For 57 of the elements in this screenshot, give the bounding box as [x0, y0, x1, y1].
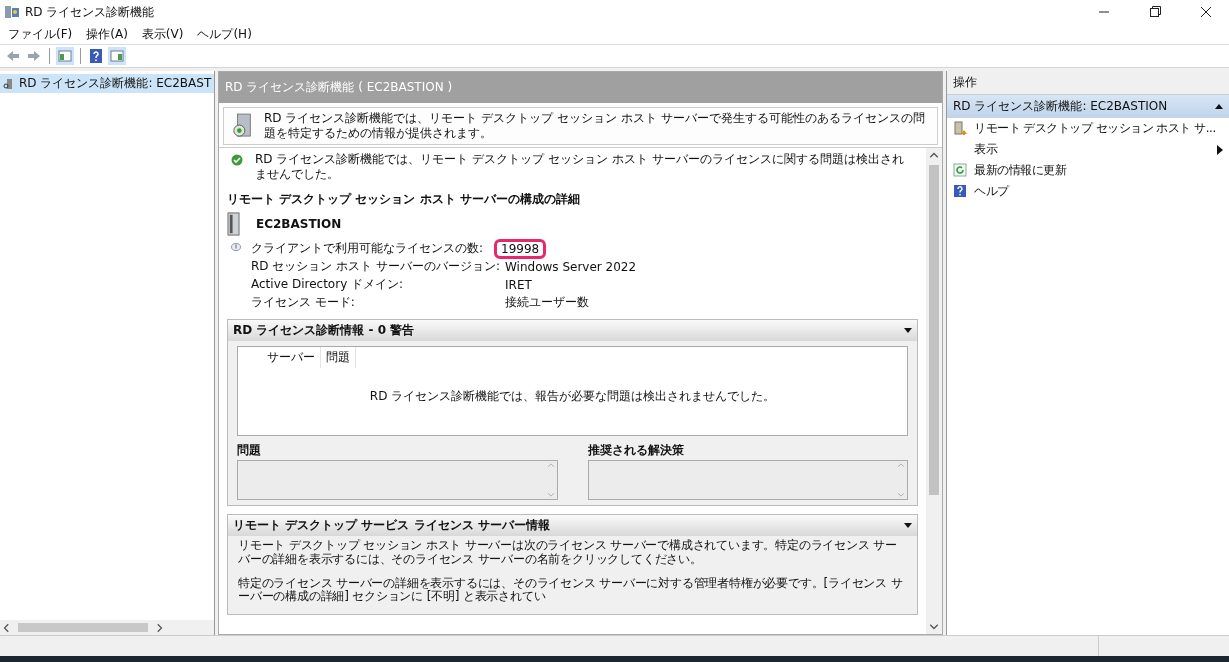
property-label: ライセンス モード: — [251, 294, 356, 311]
actions-header: 操作 — [947, 71, 1229, 95]
menu-item[interactable]: ファイル(F) — [8, 25, 73, 43]
property-value: 接続ユーザー数 — [504, 294, 590, 311]
collapse-caret-icon[interactable] — [904, 328, 912, 333]
property-label: クライアントで利用可能なライセンスの数: — [251, 240, 485, 257]
server-icon — [227, 212, 240, 236]
app-icon — [4, 4, 20, 20]
property-value: Windows Server 2022 — [504, 259, 638, 274]
section-heading: リモート デスクトップ セッション ホスト サーバーの構成の詳細 — [227, 191, 581, 208]
menu-item[interactable]: ヘルプ(H) — [197, 25, 252, 43]
submenu-arrow-icon — [1217, 145, 1223, 155]
check-icon — [231, 154, 243, 166]
property-label: RD セッション ホスト サーバーのバージョン: — [251, 258, 501, 275]
property-value: IRET — [504, 277, 533, 292]
menu-item[interactable]: 表示(V) — [141, 25, 184, 43]
scroll-down-icon[interactable] — [929, 621, 939, 631]
help-icon[interactable] — [87, 47, 105, 65]
info-icon — [231, 242, 241, 252]
column-header[interactable]: サーバー — [262, 347, 321, 368]
property-label: Active Directory ドメイン: — [251, 276, 405, 293]
pane-header: RD ライセンス診断機能 ( EC2BASTION ) — [219, 72, 942, 103]
column-header[interactable]: 問題 — [321, 347, 356, 368]
scroll-left-icon[interactable] — [2, 622, 12, 633]
action-item[interactable]: ヘルプ — [947, 181, 1229, 202]
action-item[interactable]: リモート デスクトップ セッション ホスト サ... — [947, 118, 1229, 139]
vertical-scrollbar[interactable] — [926, 148, 942, 634]
actions-group-header[interactable]: RD ライセンス診断機能: EC2BASTION — [947, 95, 1229, 118]
tree-item[interactable]: RD ライセンス診断機能: EC2BAST — [0, 74, 214, 93]
paragraph: リモート デスクトップ セッション ホスト サーバーは次のライセンス サーバーで構成されています。特定のライセンス サーバーの詳細を表示するには、そのライセンス サーバーの名前をクリックしてください。 — [238, 539, 898, 567]
empty-message: RD ライセンス診断機能では、報告が必要な問題は検出されませんでした。 — [368, 388, 777, 405]
property-value: 19998 — [497, 241, 544, 256]
diagnostic-icon — [232, 113, 254, 139]
window-title: RD ライセンス診断機能 — [25, 3, 155, 21]
scroll-right-icon[interactable] — [154, 622, 164, 633]
field-label: 推奨される解決策 — [587, 442, 685, 459]
server-arrow-icon — [953, 121, 967, 135]
action-item[interactable]: 表示 — [947, 139, 1229, 160]
action-item[interactable]: 最新の情報に更新 — [947, 160, 1229, 181]
action-pane-icon[interactable] — [108, 47, 126, 65]
collapse-caret-icon[interactable] — [904, 523, 912, 528]
console-tree-icon[interactable] — [56, 47, 74, 65]
menu-item[interactable]: 操作(A) — [86, 25, 128, 43]
panel-header[interactable]: リモート デスクトップ サービス ライセンス サーバー情報 — [228, 515, 917, 536]
collapse-caret-icon[interactable] — [1215, 104, 1223, 109]
problem-text-box[interactable] — [237, 460, 558, 500]
status-text: RD ライセンス診断機能では、リモート デスクトップ セッション ホスト サーバーのライセンスに関する問題は検出されませんでした。 — [255, 152, 905, 182]
refresh-icon — [953, 163, 967, 177]
field-label: 問題 — [237, 442, 262, 459]
panel-header[interactable]: RD ライセンス診断情報 - 0 警告 — [228, 320, 917, 341]
help-icon — [953, 184, 967, 198]
solution-text-box[interactable] — [587, 460, 908, 500]
server-name: EC2BASTION — [256, 217, 342, 231]
paragraph: 特定のライセンス サーバーの詳細を表示するには、そのライセンス サーバーに対する管理者特権が必要です。[ライセンス サーバーの構成の詳細] セクションに [不明] と表示されてい — [238, 576, 904, 605]
intro-text: RD ライセンス診断機能では、リモート デスクトップ セッション ホスト サーバーで発生する可能性のあるライセンスの問題を特定するための情報が提供されます。 — [264, 111, 926, 141]
server-icon — [3, 77, 15, 90]
horizontal-scrollbar[interactable] — [0, 620, 214, 635]
